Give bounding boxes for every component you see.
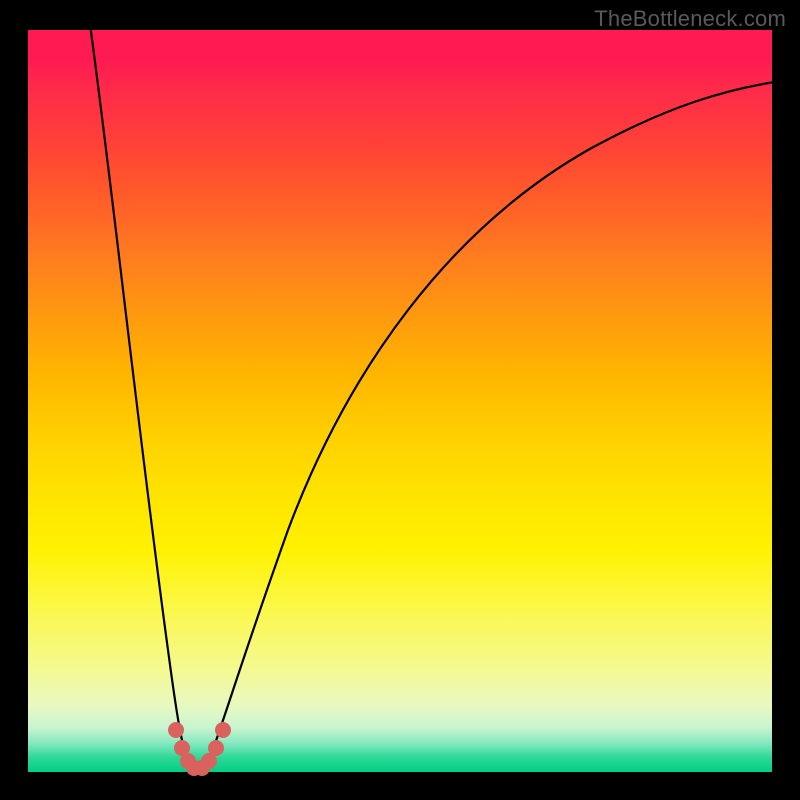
marker-dot [215,722,231,738]
marker-dot [168,722,184,738]
marker-cluster [168,722,231,776]
marker-dot [208,740,224,756]
curve-layer [28,30,772,772]
curve-left-branch [88,10,190,768]
curve-right-branch [206,80,788,768]
plot-area [28,30,772,772]
watermark-text: TheBottleneck.com [594,6,786,32]
